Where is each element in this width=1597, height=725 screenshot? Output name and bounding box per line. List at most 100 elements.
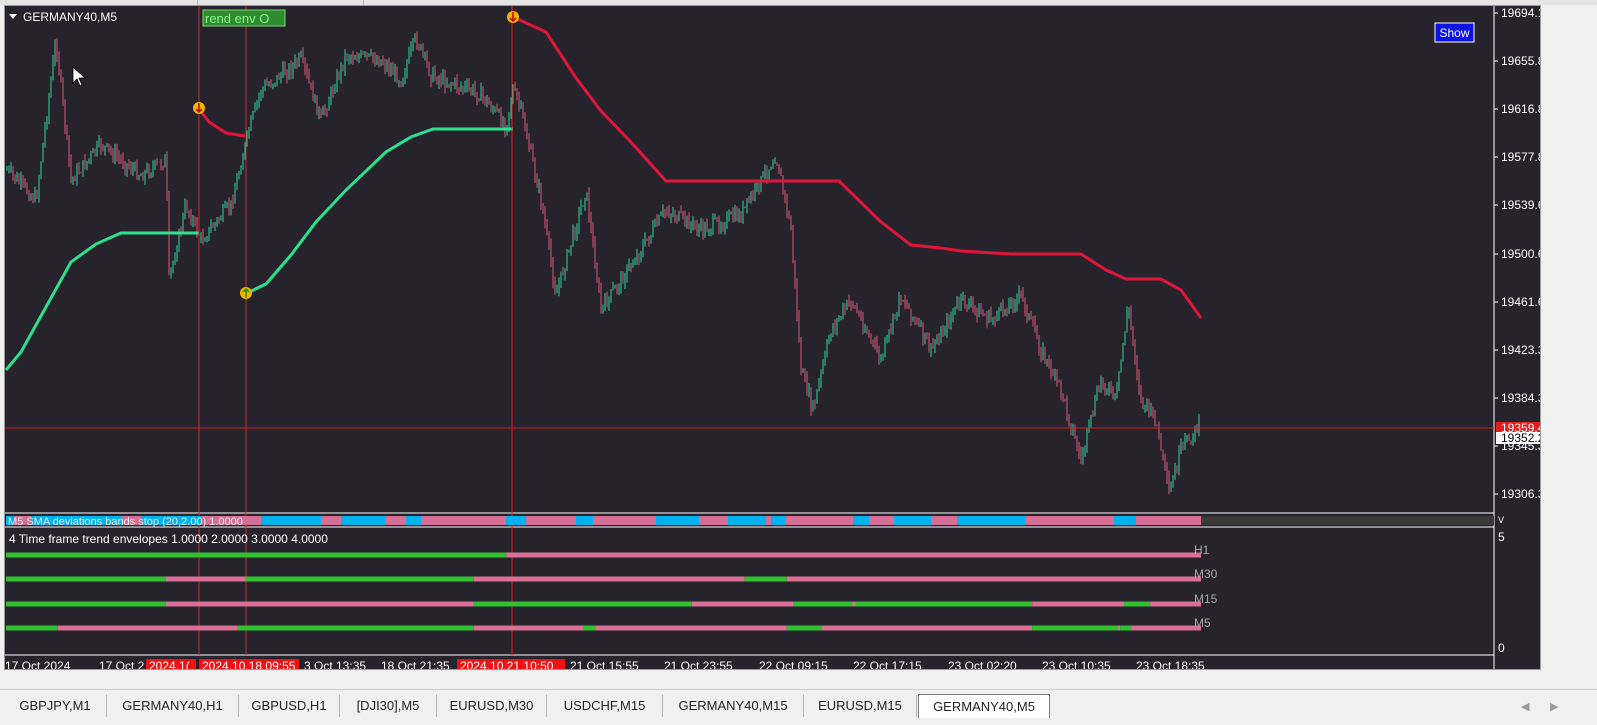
strip-segment [728, 516, 766, 525]
envelope-segment [1131, 625, 1201, 631]
scroll-right-icon[interactable]: ▶ [1550, 700, 1558, 713]
trend-envelope-rows: H1 M30 M15 M5 [6, 543, 1218, 631]
envelope-segment [855, 601, 1033, 607]
envelope-segment [6, 576, 166, 582]
arrow-down-circle-icon [507, 11, 519, 23]
price-tick-label: 19577.85 [1501, 150, 1540, 164]
price-tick-label: 19655.85 [1501, 54, 1540, 68]
strip-segment [1136, 516, 1201, 525]
strip-segment [786, 516, 853, 525]
strip-scale-mark: V [1498, 515, 1504, 525]
resistance-line-1 [197, 108, 246, 138]
strip-segment [321, 516, 341, 525]
strip-segment [894, 516, 931, 525]
envelope-segment [6, 625, 58, 631]
chart-tab[interactable]: [DJI30],M5 [340, 695, 437, 717]
strip-segment [576, 516, 593, 525]
strip-segment [593, 516, 656, 525]
overlay-label: rend env O [205, 11, 269, 26]
envelope-row-label: M15 [1194, 592, 1218, 606]
envelope-segment [245, 576, 474, 582]
chart-tab[interactable]: USDCHF,M15 [547, 695, 663, 717]
envelope-segment [821, 625, 1033, 631]
time-axis-label: 21 Oct 15:55 [570, 659, 639, 669]
time-axis-label: 23 Oct 10:35 [1042, 659, 1111, 669]
scroll-left-icon[interactable]: ◀ [1521, 700, 1529, 713]
price-tick-label: 19539.60 [1501, 198, 1540, 212]
triangle-down-icon[interactable] [9, 14, 17, 19]
envelope-segment [6, 601, 166, 607]
current-price-label: 19352.26 [1501, 431, 1540, 445]
candlestick-series [6, 31, 1200, 495]
chart-symbol-title: GERMANY40,M5 [23, 10, 117, 24]
time-axis-label: 23 Oct 02:20 [948, 659, 1017, 669]
time-axis-label: 23 Oct 18:35 [1136, 659, 1205, 669]
subwindow-axis-min: 0 [1498, 641, 1505, 655]
envelope-segment [786, 625, 822, 631]
chart-tab[interactable]: GBPUSD,H1 [239, 695, 340, 717]
chart-tab[interactable]: GBPJPY,M1 [4, 695, 107, 717]
envelope-segment [786, 576, 1201, 582]
strip-segment [869, 516, 894, 525]
chart-tab-bar: GBPJPY,M1 GERMANY40,H1 GBPUSD,H1 [DJI30],M5… [0, 689, 1597, 725]
envelope-segment [473, 625, 584, 631]
subwindow-axis-max: 5 [1498, 530, 1505, 544]
envelope-segment [744, 576, 787, 582]
strip-segment [957, 516, 1026, 525]
chart-window[interactable]: GERMANY40,M5 rend env O Show 19694. 1965… [4, 5, 1558, 673]
price-tick-label: 19306.35 [1501, 487, 1540, 501]
envelope-segment [165, 576, 246, 582]
envelope-segment [473, 576, 745, 582]
strip-segment [1026, 516, 1114, 525]
envelope-segment [1120, 625, 1132, 631]
support-line-1 [4, 231, 199, 371]
mouse-cursor-icon [72, 66, 87, 87]
time-axis-label: 3 Oct 13:35 [304, 659, 366, 669]
strip-segment [699, 516, 728, 525]
chart-canvas[interactable]: GERMANY40,M5 rend env O Show 19694. 1965… [4, 6, 1558, 673]
envelope-segment [691, 601, 794, 607]
show-button-label: Show [1439, 26, 1469, 40]
time-axis-label: 17 Oct 2024 [5, 659, 71, 669]
envelope-segment [1032, 601, 1125, 607]
chart-tab[interactable]: GERMANY40,M15 [663, 695, 804, 717]
envelope-segment [793, 601, 853, 607]
subwindow-title: 4 Time frame trend envelopes 1.0000 2.00… [9, 532, 328, 546]
envelope-segment [1117, 625, 1121, 631]
envelope-row-label: M5 [1194, 616, 1211, 630]
envelope-segment [852, 601, 856, 607]
price-tick-label: 19616.85 [1501, 102, 1540, 116]
time-axis-label: 18 Oct 21:35 [381, 659, 450, 669]
envelope-segment [473, 601, 692, 607]
strip-segment [506, 516, 526, 525]
time-highlight-label: 2024.10.18 09:55 [202, 659, 296, 669]
arrow-up-circle-icon [240, 287, 252, 299]
chart-tab[interactable]: GERMANY40,H1 [107, 695, 239, 717]
strip-segment [261, 516, 321, 525]
time-highlight-label: 2024.1( [149, 659, 190, 669]
strip-segment [766, 516, 771, 525]
envelope-segment [57, 625, 238, 631]
show-button[interactable]: Show [1434, 22, 1475, 43]
envelope-segment [595, 625, 787, 631]
chart-tab[interactable]: GERMANY40,M5 [918, 694, 1050, 718]
strip-segment [341, 516, 386, 525]
indicator-strip-label: M5 SMA deviations bands stop (20,2.00) 1… [8, 516, 243, 528]
price-tick-label: 19500.60 [1501, 247, 1540, 261]
strip-segment [526, 516, 576, 525]
trend-envelope-lines [4, 15, 1203, 371]
strip-segment [771, 516, 786, 525]
chart-tab[interactable]: EURUSD,M30 [437, 695, 547, 717]
resistance-line-2 [512, 15, 1203, 319]
strip-segment [656, 516, 699, 525]
arrow-down-circle-icon [193, 102, 205, 114]
envelope-row-label: M30 [1194, 567, 1218, 581]
strip-segment [1114, 516, 1136, 525]
price-tick-label: 19423.35 [1501, 343, 1540, 357]
strip-segment [1201, 516, 1494, 525]
envelope-segment [583, 625, 596, 631]
chart-tab[interactable]: EURUSD,M15 [804, 695, 917, 717]
envelope-segment [165, 601, 474, 607]
time-axis-label: 17 Oct 2 [99, 659, 145, 669]
strip-segment [386, 516, 406, 525]
